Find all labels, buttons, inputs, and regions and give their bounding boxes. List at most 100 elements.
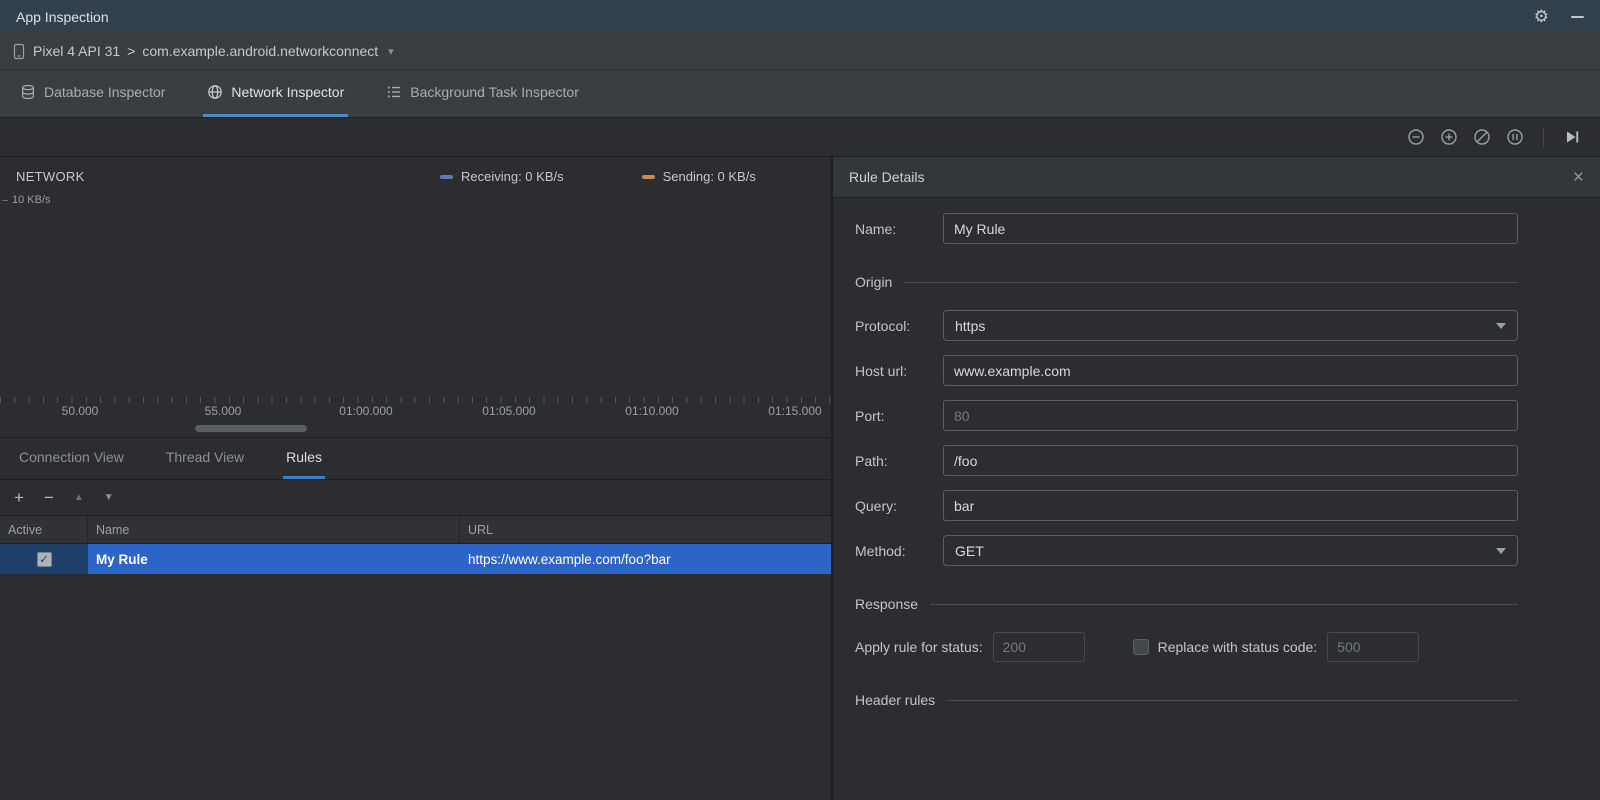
port-label: Port: — [855, 407, 885, 424]
scrollbar-thumb[interactable] — [195, 425, 307, 432]
horizontal-scrollbar — [0, 423, 831, 437]
chart-legend: Receiving: 0 KB/s Sending: 0 KB/s — [440, 169, 756, 184]
replace-status-code-input[interactable] — [1327, 632, 1420, 662]
tab-label: Database Inspector — [44, 84, 166, 100]
path-label: Path: — [855, 452, 888, 469]
tab-network-inspector[interactable]: Network Inspector — [203, 70, 349, 117]
app-inspection-window: App Inspection ⚙ Pixel 4 API 31 > com.ex… — [0, 0, 1600, 800]
rule-details-panel: Rule Details × Name: Origin Protocol: ht… — [832, 157, 1600, 800]
title-bar: App Inspection ⚙ — [0, 0, 1600, 33]
method-label: Method: — [855, 542, 906, 559]
timeline-tick-label: 01:10.000 — [625, 404, 679, 418]
globe-icon — [208, 85, 223, 99]
query-input[interactable] — [943, 490, 1518, 521]
tab-background-task-inspector[interactable]: Background Task Inspector — [382, 70, 583, 117]
network-panel: NETWORK 10 KB/s Receiving: 0 KB/s Sendin… — [0, 157, 832, 800]
zoom-toolbar — [0, 118, 1600, 157]
column-header-active[interactable]: Active — [0, 516, 88, 543]
query-label: Query: — [855, 497, 898, 514]
chevron-down-icon: ▾ — [388, 45, 394, 58]
task-list-icon — [388, 86, 401, 98]
legend-sending: Sending: 0 KB/s — [641, 169, 756, 184]
database-icon — [21, 84, 35, 100]
name-label: Name: — [855, 220, 897, 237]
column-header-url[interactable]: URL — [460, 516, 831, 543]
window-title: App Inspection — [16, 8, 109, 25]
minimize-icon[interactable] — [1571, 15, 1584, 18]
rule-url-cell[interactable]: https://www.example.com/foo?bar — [460, 544, 831, 574]
close-icon[interactable]: × — [1573, 168, 1584, 187]
rule-details-header: Rule Details × — [833, 157, 1600, 198]
y-axis-label: 10 KB/s — [2, 194, 51, 206]
device-bar: Pixel 4 API 31 > com.example.android.net… — [0, 33, 1600, 70]
tab-rules[interactable]: Rules — [283, 438, 325, 479]
rule-details-title: Rule Details — [849, 169, 925, 185]
move-rule-down-button[interactable]: ▼ — [104, 492, 114, 503]
timeline-tick-label: 01:15.000 — [768, 404, 822, 418]
name-field-row: Name: — [855, 213, 1518, 244]
response-section-divider — [930, 603, 1518, 605]
y-axis-tick — [2, 199, 8, 201]
status-code-input[interactable] — [992, 632, 1085, 662]
replace-status-label: Replace with status code: — [1157, 639, 1318, 655]
zoom-out-button[interactable] — [1406, 127, 1426, 147]
rule-name-cell[interactable]: My Rule — [88, 544, 460, 574]
rules-table-header: Active Name URL — [0, 516, 831, 544]
rule-active-cell: ✓ — [0, 544, 88, 574]
zoom-to-selection-button[interactable] — [1505, 127, 1525, 147]
phone-icon — [13, 43, 25, 59]
protocol-field-row: Protocol: https — [855, 310, 1518, 341]
host-field-row: Host url: — [855, 355, 1518, 386]
process-name: com.example.android.networkconnect — [142, 43, 379, 59]
query-field-row: Query: — [855, 490, 1518, 521]
settings-gear-icon[interactable]: ⚙ — [1534, 8, 1549, 25]
reset-zoom-button[interactable] — [1472, 127, 1492, 147]
origin-section: Origin — [855, 274, 1518, 290]
sending-swatch-icon — [641, 174, 655, 179]
column-header-name[interactable]: Name — [88, 516, 460, 543]
method-select[interactable]: GET — [943, 535, 1518, 566]
receiving-swatch-icon — [440, 174, 453, 179]
timeline-tick-label: 01:00.000 — [339, 404, 393, 418]
timeline-axis: 50.000 55.000 01:00.000 01:05.000 01:10.… — [0, 397, 831, 423]
timeline-tick-label: 01:05.000 — [482, 404, 536, 418]
method-value: GET — [955, 542, 984, 559]
header-rules-section-label: Header rules — [855, 692, 936, 708]
response-section: Response — [855, 596, 1518, 612]
toolbar-divider — [1543, 127, 1544, 147]
view-tab-bar: Connection View Thread View Rules — [0, 437, 831, 480]
path-input[interactable] — [943, 445, 1518, 476]
tab-thread-view[interactable]: Thread View — [163, 438, 247, 479]
rule-name-input[interactable] — [943, 213, 1518, 244]
header-rules-section-divider — [947, 699, 1518, 701]
dropdown-arrow-icon — [1496, 547, 1506, 554]
protocol-label: Protocol: — [855, 317, 911, 334]
port-input[interactable] — [943, 400, 1518, 431]
device-process-selector[interactable]: Pixel 4 API 31 > com.example.android.net… — [12, 43, 394, 60]
header-rules-section: Header rules — [855, 692, 1518, 708]
host-url-input[interactable] — [943, 355, 1518, 386]
axis-tick-marks — [0, 397, 831, 403]
legend-receiving: Receiving: 0 KB/s — [440, 169, 564, 184]
protocol-select[interactable]: https — [943, 310, 1518, 341]
timeline-tick-label: 55.000 — [204, 404, 242, 418]
method-field-row: Method: GET — [855, 535, 1518, 566]
rule-details-body: Name: Origin Protocol: https Host url: — [833, 198, 1600, 800]
network-chart-title: NETWORK — [16, 169, 85, 184]
origin-section-divider — [904, 281, 1518, 283]
tab-database-inspector[interactable]: Database Inspector — [16, 70, 169, 117]
remove-rule-button[interactable]: − — [44, 489, 54, 506]
path-field-row: Path: — [855, 445, 1518, 476]
add-rule-button[interactable]: + — [14, 489, 24, 506]
rule-active-checkbox[interactable]: ✓ — [36, 551, 52, 567]
port-field-row: Port: — [855, 400, 1518, 431]
tab-label: Background Task Inspector — [410, 84, 579, 100]
move-rule-up-button[interactable]: ▲ — [74, 492, 84, 503]
jump-to-live-button[interactable] — [1562, 127, 1582, 147]
timeline-tick-label: 50.000 — [61, 404, 99, 418]
zoom-in-button[interactable] — [1439, 127, 1459, 147]
tab-connection-view[interactable]: Connection View — [16, 438, 127, 479]
table-row[interactable]: ✓ My Rule https://www.example.com/foo?ba… — [0, 544, 831, 574]
replace-status-checkbox[interactable] — [1132, 639, 1149, 655]
rules-table-empty-area — [0, 574, 831, 800]
